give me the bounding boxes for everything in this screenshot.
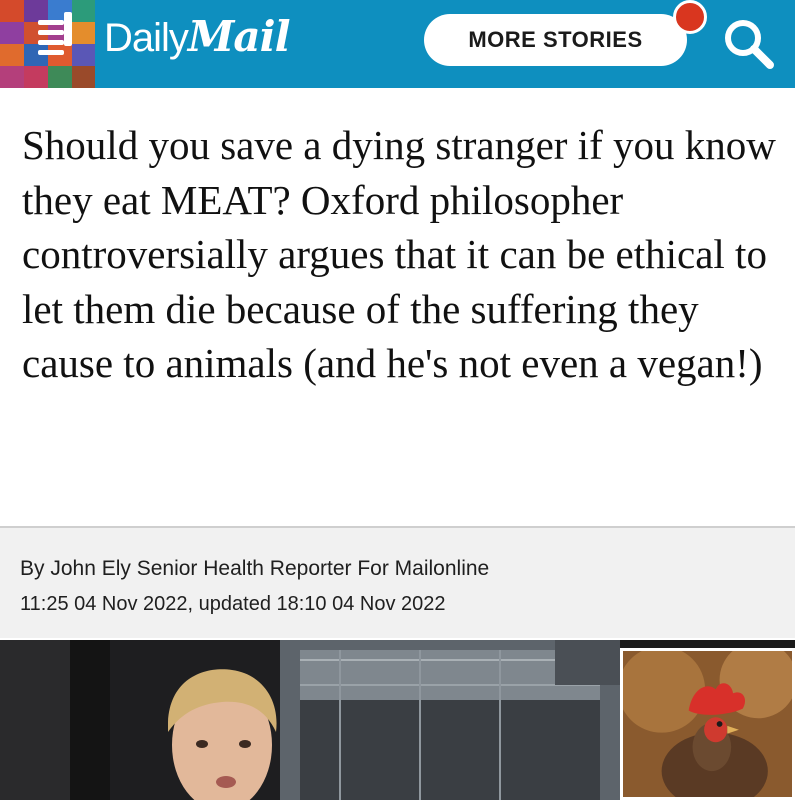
site-header: DailyMail MORE STORIES: [0, 0, 795, 88]
byline-box: [0, 526, 795, 638]
article-image[interactable]: [0, 640, 795, 800]
menu-button[interactable]: [26, 8, 74, 64]
more-stories-button[interactable]: MORE STORIES: [424, 14, 687, 66]
logo-daily: Daily: [104, 16, 189, 60]
man-speaking-photo: [0, 640, 620, 800]
site-logo[interactable]: DailyMail: [104, 12, 291, 62]
search-icon[interactable]: [718, 14, 778, 74]
chicken-photo: [620, 648, 795, 800]
hamburger-menu-icon: [38, 20, 64, 25]
logo-mail: Mail: [187, 12, 291, 61]
article-headline: Should you save a dying stranger if you …: [22, 122, 776, 386]
article-byline[interactable]: By John Ely Senior Health Reporter For M…: [20, 557, 489, 581]
article-dateline: 11:25 04 Nov 2022, updated 18:10 04 Nov …: [20, 593, 446, 615]
notification-dot-icon: [673, 0, 707, 34]
